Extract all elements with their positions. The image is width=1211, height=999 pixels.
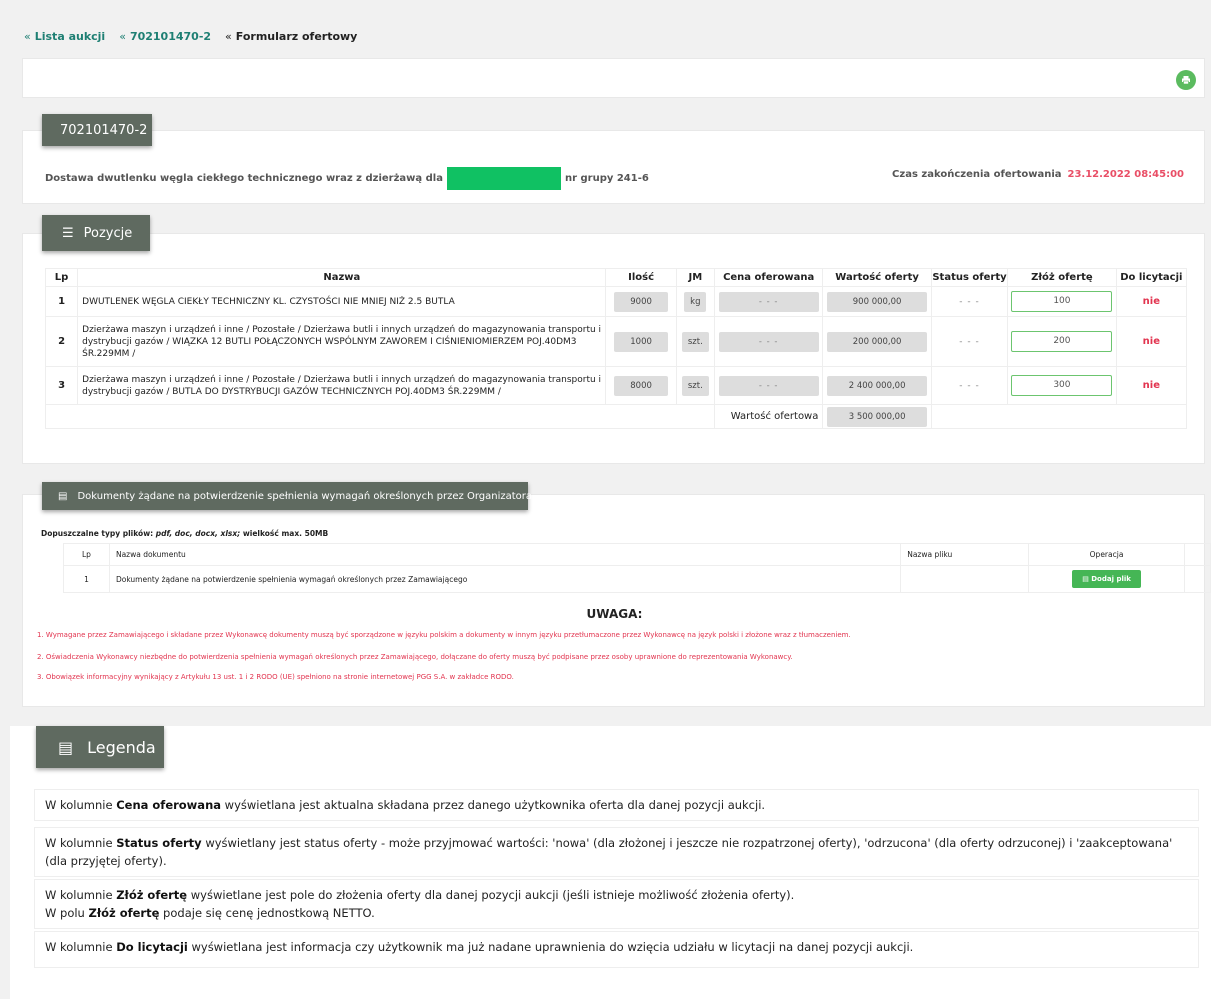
row-name: Dzierżawa maszyn i urządzeń i inne / Poz… [77, 316, 607, 367]
table-row: 1 DWUTLENEK WĘGLA CIEKŁY TECHNICZNY KL. … [44, 286, 1188, 317]
redacted-block [446, 167, 561, 190]
unit-field: kg [684, 291, 707, 312]
value-field: 200 000,00 [827, 331, 928, 352]
unit-field: szt. [681, 331, 709, 352]
qty-field: 1000 [614, 331, 669, 352]
breadcrumb: «Lista aukcji «702101470-2 «Formularz of… [24, 30, 357, 43]
offer-input[interactable]: 100 [1011, 291, 1113, 312]
column-header: Nazwa pliku [900, 543, 1030, 566]
auction-eligibility: nie [1115, 366, 1188, 405]
breadcrumb-current: «Formularz ofertowy [225, 30, 358, 43]
file-name [900, 565, 1030, 593]
offer-input[interactable]: 200 [1011, 331, 1113, 352]
column-header: Nazwa dokumentu [108, 543, 902, 566]
warning-note: 1. Wymagane przez Zamawiającego i składa… [37, 631, 851, 639]
status-value: - - - [930, 366, 1009, 405]
legend-item: W kolumnie Status oferty wyświetlany jes… [34, 827, 1199, 877]
file-icon: ▤ [1082, 575, 1092, 583]
legend-item: W kolumnie Złóż ofertę wyświetlane jest … [34, 879, 1199, 929]
table-row: 3 Dzierżawa maszyn i urządzeń i inne / P… [44, 366, 1188, 405]
unit-field: szt. [681, 375, 709, 396]
status-value: - - - [930, 286, 1009, 317]
row-lp: 1 [44, 286, 79, 317]
positions-panel: Lp Nazwa Ilość JM Cena oferowana Wartość… [22, 233, 1205, 464]
column-header: Do licytacji [1115, 268, 1188, 287]
document-icon: ▤ [58, 490, 68, 502]
document-name: Dokumenty żądane na potwierdzenie spełni… [108, 565, 902, 593]
auction-info-panel: Dostawa dwutlenku węgla ciekłego technic… [22, 130, 1205, 204]
print-icon [1182, 76, 1190, 85]
positions-tab: ☰ Pozycje [42, 215, 150, 251]
add-file-button[interactable]: ▤ Dodaj plik [1072, 570, 1141, 588]
chevron-double-left-icon: « [24, 30, 31, 43]
breadcrumb-link-auction-list[interactable]: «Lista aukcji [24, 30, 105, 43]
legend-item: W kolumnie Cena oferowana wyświetlana je… [34, 789, 1199, 821]
column-header: Status oferty [930, 268, 1009, 287]
documents-table: Lp Nazwa dokumentu Nazwa pliku Operacja … [63, 543, 1211, 593]
column-header: Nazwa [77, 268, 607, 287]
total-label: Wartość ofertowa [713, 404, 824, 429]
column-header: Złóż ofertę [1007, 268, 1117, 287]
qty-field: 8000 [614, 375, 669, 396]
chevron-double-left-icon: « [225, 30, 232, 43]
legend-section: W kolumnie Cena oferowana wyświetlana je… [10, 726, 1211, 999]
column-header: Ilość [605, 268, 677, 287]
column-header: Operacja [1028, 543, 1185, 566]
row-lp: 3 [44, 366, 79, 405]
column-header: JM [675, 268, 715, 287]
auction-eligibility: nie [1115, 286, 1188, 317]
table-row: 1 Dokumenty żądane na potwierdzenie speł… [63, 565, 1211, 593]
status-value: - - - [930, 316, 1009, 367]
qty-field: 9000 [614, 291, 669, 312]
list-icon: ☰ [62, 225, 74, 241]
print-button[interactable] [1176, 70, 1196, 90]
row-lp: 1 [63, 565, 110, 593]
documents-tab: ▤ Dokumenty żądane na potwierdzenie speł… [42, 482, 532, 510]
value-field: 2 400 000,00 [827, 375, 928, 396]
deadline-value: 23.12.2022 08:45:00 [1067, 169, 1185, 180]
legend-item: W kolumnie Do licytacji wyświetlana jest… [34, 931, 1199, 968]
warning-title: UWAGA: [586, 607, 643, 621]
allowed-file-types: Dopuszczalne typy plików: pdf, doc, docx… [41, 529, 329, 538]
column-header: Cena oferowana [713, 268, 824, 287]
total-row: Wartość ofertowa 3 500 000,00 [45, 404, 1188, 429]
offer-input[interactable]: 300 [1011, 375, 1113, 396]
table-row: 2 Dzierżawa maszyn i urządzeń i inne / P… [44, 316, 1188, 367]
price-field: - - - [718, 375, 819, 396]
legend-tab: ▤ Legenda [36, 726, 164, 768]
price-field: - - - [718, 291, 819, 312]
breadcrumb-link-auction[interactable]: «702101470-2 [119, 30, 211, 43]
price-field: - - - [718, 331, 819, 352]
documents-panel: Dopuszczalne typy plików: pdf, doc, docx… [22, 494, 1211, 707]
warning-note: 3. Obowiązek informacyjny wynikający z A… [37, 673, 514, 681]
positions-table: Lp Nazwa Ilość JM Cena oferowana Wartość… [44, 268, 1188, 429]
column-header: Lp [44, 268, 79, 287]
row-name: DWUTLENEK WĘGLA CIEKŁY TECHNICZNY KL. CZ… [77, 286, 607, 317]
auction-deadline: Czas zakończenia ofertowania 23.12.2022 0… [892, 169, 1184, 180]
auction-description: Dostawa dwutlenku węgla ciekłego technic… [45, 167, 649, 190]
row-lp: 2 [44, 316, 79, 367]
chevron-double-left-icon: « [119, 30, 126, 43]
column-header: Wartość oferty [822, 268, 932, 287]
toolbar [22, 58, 1205, 98]
auction-eligibility: nie [1115, 316, 1188, 367]
warning-note: 2. Oświadczenia Wykonawcy niezbędne do p… [37, 653, 793, 661]
document-icon: ▤ [58, 737, 74, 757]
total-value: 3 500 000,00 [827, 406, 928, 427]
auction-id-tab: 702101470-2 [42, 114, 152, 146]
value-field: 900 000,00 [827, 291, 928, 312]
row-name: Dzierżawa maszyn i urządzeń i inne / Poz… [77, 366, 607, 405]
column-header: Lp [63, 543, 110, 566]
